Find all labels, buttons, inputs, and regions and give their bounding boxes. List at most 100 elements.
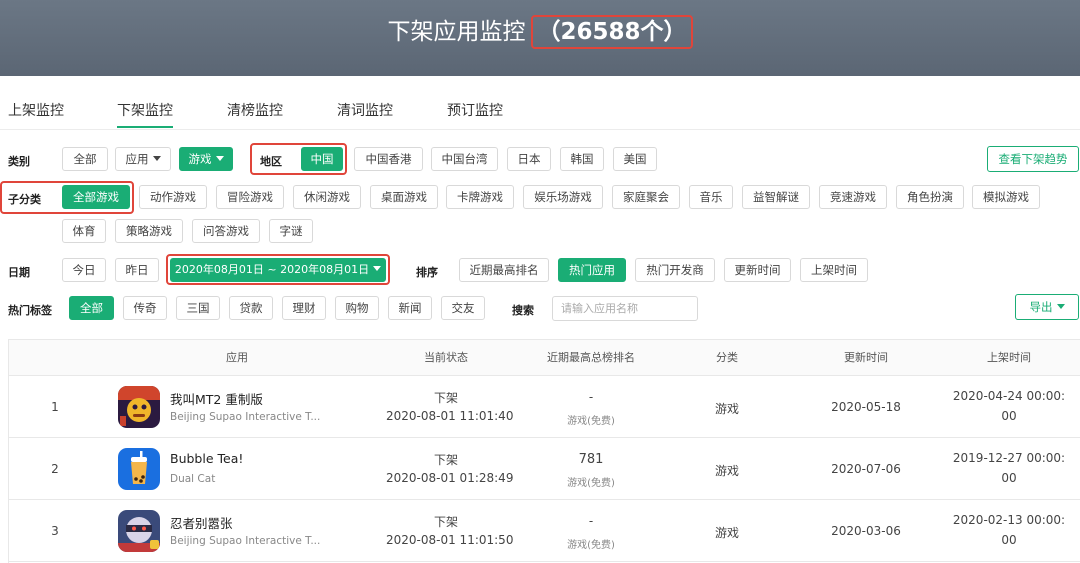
rank-type: 游戏(免费) bbox=[567, 416, 615, 427]
tag-news-button[interactable]: 新闻 bbox=[388, 296, 432, 320]
tab-delisting-monitor[interactable]: 下架监控 bbox=[117, 100, 173, 128]
date-label: 日期 bbox=[8, 266, 30, 279]
best-rank-value: - bbox=[588, 514, 594, 528]
date-range-picker[interactable]: 2020年08月01日 ~ 2020年08月01日 bbox=[170, 258, 386, 282]
chevron-down-icon bbox=[215, 156, 224, 161]
release-time: 2019-12-27 00:00: bbox=[952, 451, 1066, 465]
app-name-link[interactable]: 我叫MT2 重制版 bbox=[170, 389, 263, 408]
category-value: 游戏 bbox=[714, 464, 739, 478]
subcategory-puzzle-button[interactable]: 益智解谜 bbox=[742, 185, 810, 209]
tab-listing-monitor[interactable]: 上架监控 bbox=[8, 100, 64, 120]
export-dropdown-button[interactable]: 导出 bbox=[1015, 294, 1079, 320]
page-title: 下架应用监控 （26588个） bbox=[0, 0, 1080, 64]
tag-finance-button[interactable]: 理财 bbox=[282, 296, 326, 320]
category-app-label: 应用 bbox=[125, 152, 149, 166]
category-game-dropdown[interactable]: 游戏 bbox=[179, 147, 233, 171]
subcategory-word-button[interactable]: 字谜 bbox=[269, 219, 313, 243]
mt2-game-icon bbox=[118, 386, 160, 428]
subcategory-rpg-button[interactable]: 角色扮演 bbox=[896, 185, 964, 209]
subcategory-simulation-button[interactable]: 模拟游戏 bbox=[972, 185, 1040, 209]
column-header-released: 上架时间 bbox=[987, 351, 1031, 364]
category-all-button[interactable]: 全部 bbox=[62, 147, 108, 171]
chevron-down-icon bbox=[1056, 304, 1065, 309]
release-time: 2020-02-13 00:00: bbox=[952, 513, 1066, 527]
bubble-tea-icon bbox=[118, 448, 160, 490]
status-text: 下架 bbox=[433, 391, 458, 405]
app-developer: Beijing Supao Interactive T... bbox=[170, 411, 321, 423]
view-delisting-trend-button[interactable]: 查看下架趋势 bbox=[987, 146, 1079, 172]
search-input[interactable] bbox=[552, 296, 698, 321]
subcategory-label: 子分类 bbox=[8, 193, 41, 206]
tag-legend-button[interactable]: 传奇 bbox=[123, 296, 167, 320]
status-time: 2020-08-01 11:01:50 bbox=[386, 533, 514, 547]
subcategory-racing-button[interactable]: 竞速游戏 bbox=[819, 185, 887, 209]
subcategory-board-button[interactable]: 桌面游戏 bbox=[370, 185, 438, 209]
updated-date: 2020-07-06 bbox=[831, 462, 901, 476]
category-app-dropdown[interactable]: 应用 bbox=[115, 147, 171, 171]
region-taiwan-button[interactable]: 中国台湾 bbox=[431, 147, 498, 171]
row-rank: 2 bbox=[51, 462, 59, 476]
app-name-link[interactable]: Bubble Tea! bbox=[170, 451, 243, 466]
region-label: 地区 bbox=[260, 155, 282, 168]
date-yesterday-button[interactable]: 昨日 bbox=[115, 258, 159, 282]
sort-popular-apps-button[interactable]: 热门应用 bbox=[558, 258, 626, 282]
column-header-status: 当前状态 bbox=[424, 351, 468, 364]
category-label: 类别 bbox=[8, 155, 30, 168]
tag-social-button[interactable]: 交友 bbox=[441, 296, 485, 320]
region-korea-button[interactable]: 韩国 bbox=[560, 147, 604, 171]
tab-chart-clear-monitor[interactable]: 清榜监控 bbox=[227, 100, 283, 120]
subcategory-casual-button[interactable]: 休闲游戏 bbox=[293, 185, 361, 209]
subcategory-card-button[interactable]: 卡牌游戏 bbox=[446, 185, 514, 209]
region-hongkong-button[interactable]: 中国香港 bbox=[354, 147, 423, 171]
date-range-text: 2020年08月01日 ~ 2020年08月01日 bbox=[174, 263, 370, 276]
table-row[interactable]: 1 我叫MT2 重制版 Beijing Supao Interactive T.… bbox=[9, 376, 1080, 438]
sort-recent-best-rank-button[interactable]: 近期最高排名 bbox=[459, 258, 549, 282]
subcategory-adventure-button[interactable]: 冒险游戏 bbox=[216, 185, 284, 209]
region-china-button[interactable]: 中国 bbox=[301, 147, 343, 171]
date-today-button[interactable]: 今日 bbox=[62, 258, 106, 282]
sort-release-time-button[interactable]: 上架时间 bbox=[800, 258, 868, 282]
table-row[interactable]: 2 Bubble Tea! Dual Cat 下架 2020-08-01 01:… bbox=[9, 438, 1080, 500]
tag-all-button[interactable]: 全部 bbox=[69, 296, 114, 320]
export-label: 导出 bbox=[1029, 300, 1053, 314]
row-rank: 3 bbox=[51, 524, 59, 538]
column-header-updated: 更新时间 bbox=[844, 351, 888, 364]
tabs-divider bbox=[0, 129, 1080, 130]
category-value: 游戏 bbox=[714, 402, 739, 416]
sort-label: 排序 bbox=[416, 266, 438, 279]
region-japan-button[interactable]: 日本 bbox=[507, 147, 551, 171]
app-name-link[interactable]: 忍者别嚣张 bbox=[170, 513, 233, 532]
sort-popular-developers-button[interactable]: 热门开发商 bbox=[635, 258, 715, 282]
subcategory-family-button[interactable]: 家庭聚会 bbox=[612, 185, 680, 209]
subcategory-trivia-button[interactable]: 问答游戏 bbox=[192, 219, 260, 243]
status-text: 下架 bbox=[433, 515, 458, 529]
region-usa-button[interactable]: 美国 bbox=[613, 147, 657, 171]
updated-date: 2020-03-06 bbox=[831, 524, 901, 538]
best-rank-value: 781 bbox=[578, 452, 604, 467]
release-time-seconds: 00 bbox=[1001, 533, 1017, 547]
tab-keyword-clear-monitor[interactable]: 清词监控 bbox=[337, 100, 393, 120]
search-label: 搜索 bbox=[512, 304, 534, 317]
tab-preorder-monitor[interactable]: 预订监控 bbox=[447, 100, 503, 120]
subcategory-sports-button[interactable]: 体育 bbox=[62, 219, 106, 243]
chevron-down-icon bbox=[152, 156, 161, 161]
subcategory-casino-button[interactable]: 娱乐场游戏 bbox=[523, 185, 603, 209]
table-row[interactable]: 3 忍者别嚣张 Beijing Supao Interactive T... 下… bbox=[9, 500, 1080, 562]
sort-update-time-button[interactable]: 更新时间 bbox=[724, 258, 791, 282]
subcategory-strategy-button[interactable]: 策略游戏 bbox=[115, 219, 183, 243]
tag-shopping-button[interactable]: 购物 bbox=[335, 296, 379, 320]
subcategory-music-button[interactable]: 音乐 bbox=[689, 185, 733, 209]
subcategory-action-button[interactable]: 动作游戏 bbox=[139, 185, 207, 209]
app-developer: Dual Cat bbox=[170, 473, 216, 485]
column-header-app: 应用 bbox=[226, 351, 248, 364]
tag-loan-button[interactable]: 贷款 bbox=[229, 296, 273, 320]
status-time: 2020-08-01 11:01:40 bbox=[386, 409, 514, 423]
column-header-category: 分类 bbox=[716, 351, 738, 364]
updated-date: 2020-05-18 bbox=[831, 400, 901, 414]
total-count-badge: （26588个） bbox=[531, 15, 693, 49]
subcategory-all-games-button[interactable]: 全部游戏 bbox=[62, 185, 130, 209]
category-value: 游戏 bbox=[714, 526, 739, 540]
status-time: 2020-08-01 01:28:49 bbox=[386, 471, 514, 485]
ninja-game-icon bbox=[118, 510, 160, 552]
tag-three-kingdoms-button[interactable]: 三国 bbox=[176, 296, 220, 320]
